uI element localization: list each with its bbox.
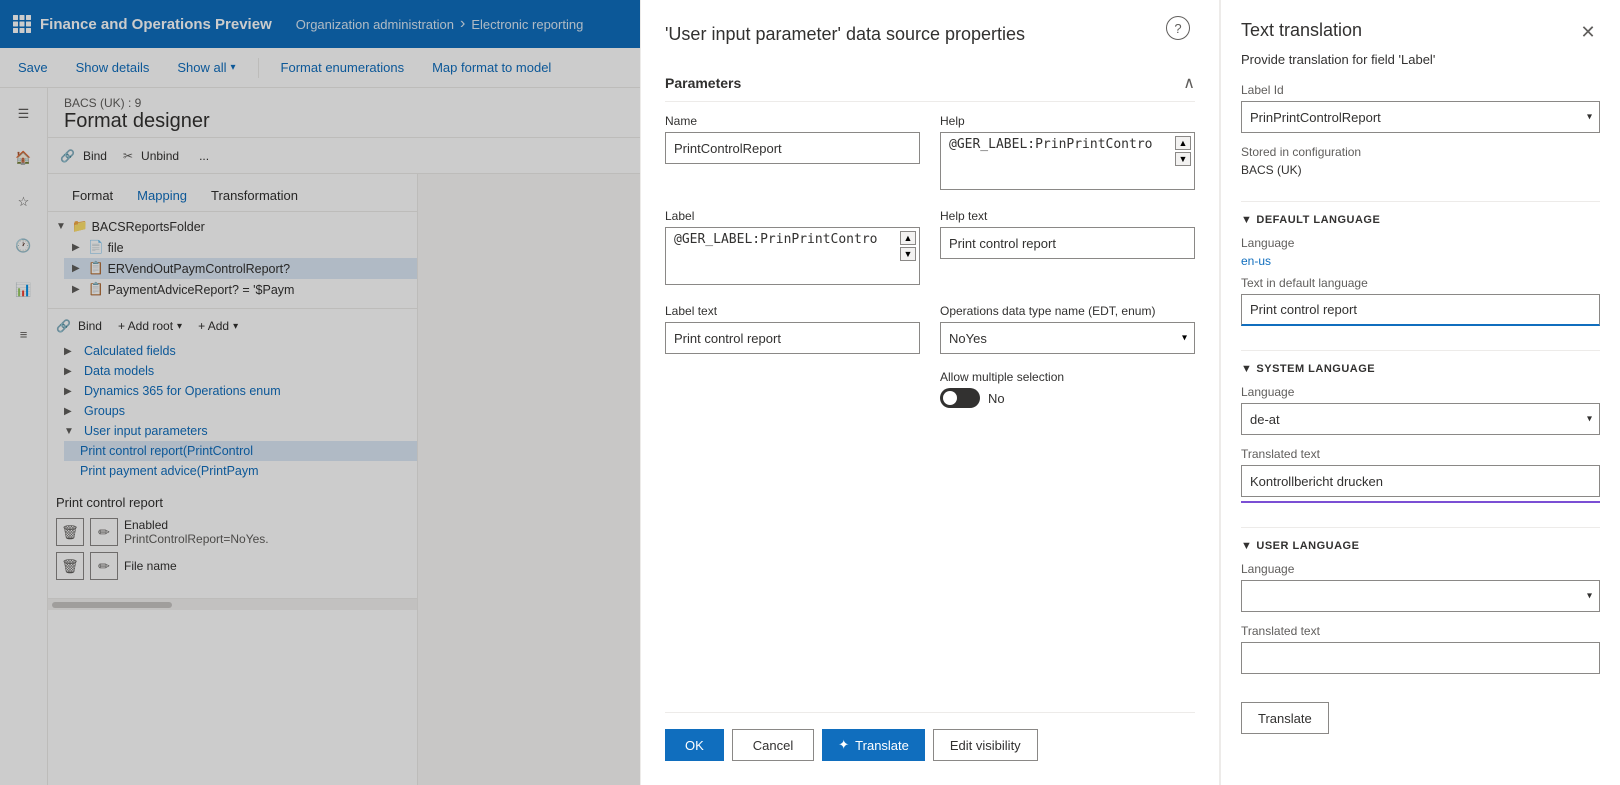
- system-lang-dropdown[interactable]: de-at: [1241, 403, 1600, 435]
- user-lang-dropdown-container: ▾: [1241, 580, 1600, 612]
- help-text-input[interactable]: [940, 227, 1195, 259]
- edit-visibility-button[interactable]: Edit visibility: [933, 729, 1038, 761]
- user-lang-dropdown[interactable]: [1241, 580, 1600, 612]
- user-translated-label: Translated text: [1241, 624, 1600, 638]
- allow-multiple-toggle[interactable]: [940, 388, 980, 408]
- section-divider-3: [1241, 527, 1600, 528]
- label-id-dropdown[interactable]: PrinPrintControlReport: [1241, 101, 1600, 133]
- user-language-section-title: ▼ USER LANGUAGE: [1241, 540, 1600, 552]
- toggle-knob: [943, 391, 957, 405]
- panel-header: Text translation ✕: [1241, 20, 1600, 44]
- toggle-col: Allow multiple selection No: [940, 370, 1195, 408]
- section-divider-1: [1241, 201, 1600, 202]
- label-text-input[interactable]: [665, 322, 920, 354]
- toggle-row: No: [940, 388, 1195, 408]
- label-textarea-container: @GER_LABEL:PrinPrintContro ▲ ▼: [665, 227, 920, 288]
- modal-dialog: 'User input parameter' data source prope…: [640, 0, 1220, 785]
- panel-subtitle: Provide translation for field 'Label': [1241, 52, 1600, 67]
- operations-col: Operations data type name (EDT, enum) No…: [940, 304, 1195, 354]
- arrow-down-icon[interactable]: ▼: [1175, 152, 1191, 166]
- allow-multiple-col: [665, 370, 920, 408]
- name-label: Name: [665, 114, 920, 128]
- label-id-label: Label Id: [1241, 83, 1600, 97]
- help-textarea[interactable]: @GER_LABEL:PrinPrintContro: [940, 132, 1195, 190]
- name-input[interactable]: [665, 132, 920, 164]
- user-lang-label: Language: [1241, 562, 1600, 576]
- translated-text-label: Translated text: [1241, 447, 1600, 461]
- ok-button[interactable]: OK: [665, 729, 724, 761]
- label-text-label: Label text: [665, 304, 920, 318]
- toggle-label: No: [988, 391, 1005, 406]
- panel-close-button[interactable]: ✕: [1576, 20, 1600, 44]
- operations-label: Operations data type name (EDT, enum): [940, 304, 1195, 318]
- help-text-label: Help text: [940, 209, 1195, 223]
- label-arrow-up-icon[interactable]: ▲: [900, 231, 916, 245]
- label-text-col: Label text: [665, 304, 920, 354]
- label-textarea-arrows: ▲ ▼: [900, 231, 916, 261]
- default-lang-link[interactable]: en-us: [1241, 254, 1600, 268]
- parameters-accordion[interactable]: Parameters ∧: [665, 65, 1195, 102]
- label-helptext-row: Label @GER_LABEL:PrinPrintContro ▲ ▼ Hel…: [665, 209, 1195, 288]
- translation-panel: Text translation ✕ Provide translation f…: [1220, 0, 1620, 785]
- default-lang-label: Language: [1241, 236, 1600, 250]
- allow-multiple-row: Allow multiple selection No: [665, 370, 1195, 408]
- text-default-input[interactable]: [1241, 294, 1600, 326]
- translated-text-input[interactable]: [1241, 465, 1600, 497]
- user-collapse-icon[interactable]: ▼: [1241, 540, 1252, 552]
- section-divider-2: [1241, 350, 1600, 351]
- help-icon[interactable]: ?: [1166, 16, 1190, 40]
- arrow-up-icon[interactable]: ▲: [1175, 136, 1191, 150]
- help-col: Help @GER_LABEL:PrinPrintContro ▲ ▼: [940, 114, 1195, 193]
- rp-translate-button[interactable]: Translate: [1241, 702, 1329, 734]
- panel-title: Text translation: [1241, 20, 1362, 41]
- help-label: Help: [940, 114, 1195, 128]
- help-text-col: Help text: [940, 209, 1195, 288]
- system-language-section-title: ▼ SYSTEM LANGUAGE: [1241, 363, 1600, 375]
- sys-collapse-icon[interactable]: ▼: [1241, 363, 1252, 375]
- modal-title: 'User input parameter' data source prope…: [665, 24, 1195, 45]
- default-language-section-title: ▼ DEFAULT LANGUAGE: [1241, 214, 1600, 226]
- text-default-label: Text in default language: [1241, 276, 1600, 290]
- cancel-button[interactable]: Cancel: [732, 729, 814, 761]
- user-translated-input[interactable]: [1241, 642, 1600, 674]
- translate-icon: ✦: [838, 737, 849, 753]
- system-lang-dropdown-container: de-at ▾: [1241, 403, 1600, 435]
- system-lang-label: Language: [1241, 385, 1600, 399]
- textarea-arrows: ▲ ▼: [1175, 136, 1191, 166]
- collapse-icon[interactable]: ▼: [1241, 214, 1252, 226]
- label-col: Label @GER_LABEL:PrinPrintContro ▲ ▼: [665, 209, 920, 288]
- label-label: Label: [665, 209, 920, 223]
- label-textarea[interactable]: @GER_LABEL:PrinPrintContro: [665, 227, 920, 285]
- translate-button[interactable]: ✦ Translate: [822, 729, 925, 761]
- translated-underline: [1241, 501, 1600, 503]
- operations-select-container: NoYes ▾: [940, 322, 1195, 354]
- label-id-dropdown-container: PrinPrintControlReport ▾: [1241, 101, 1600, 133]
- parameters-chevron-icon: ∧: [1183, 73, 1195, 93]
- allow-multiple-label: Allow multiple selection: [940, 370, 1195, 384]
- stored-in-label: Stored in configuration: [1241, 145, 1600, 159]
- stored-in-value: BACS (UK): [1241, 163, 1600, 177]
- label-arrow-down-icon[interactable]: ▼: [900, 247, 916, 261]
- label-text-operations-row: Label text Operations data type name (ED…: [665, 304, 1195, 354]
- operations-select[interactable]: NoYes: [940, 322, 1195, 354]
- name-help-row: Name Help @GER_LABEL:PrinPrintContro ▲ ▼: [665, 114, 1195, 193]
- parameters-title: Parameters: [665, 75, 741, 91]
- help-textarea-container: @GER_LABEL:PrinPrintContro ▲ ▼: [940, 132, 1195, 193]
- modal-footer: OK Cancel ✦ Translate Edit visibility: [665, 712, 1195, 761]
- name-col: Name: [665, 114, 920, 193]
